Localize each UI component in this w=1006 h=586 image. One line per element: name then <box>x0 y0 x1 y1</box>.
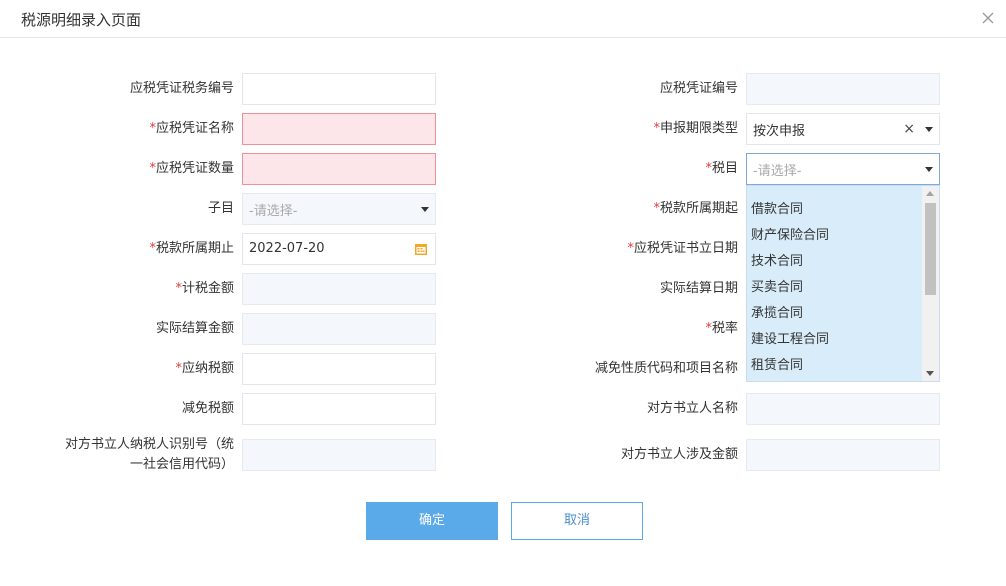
voucher-tax-no-label: 应税凭证税务编号 <box>129 81 234 96</box>
period-end-input[interactable]: 2022-07-20 <box>242 233 436 265</box>
dropdown-option[interactable]: 租赁合同 <box>747 355 923 381</box>
voucher-qty-label: *应税凭证数量 <box>149 161 234 176</box>
period-end-value: 2022-07-20 <box>249 241 325 256</box>
dropdown-scrollbar[interactable] <box>922 186 939 381</box>
taxable-amount-label: *计税金额 <box>175 281 234 296</box>
tax-rate-label: *税率 <box>705 321 738 336</box>
settle-date-label: 实际结算日期 <box>659 281 738 296</box>
period-type-label: *申报期限类型 <box>653 121 738 136</box>
period-type-select[interactable]: 按次申报 × <box>746 113 940 145</box>
tax-item-dropdown-list: 借款合同 财产保险合同 技术合同 买卖合同 承揽合同 建设工程合同 租赁合同 <box>746 185 940 382</box>
dropdown-option[interactable]: 财产保险合同 <box>747 225 923 251</box>
scroll-up-icon[interactable] <box>926 191 934 196</box>
tax-item-label: *税目 <box>705 161 738 176</box>
dropdown-options: 借款合同 财产保险合同 技术合同 买卖合同 承揽合同 建设工程合同 租赁合同 <box>747 199 923 381</box>
sub-item-label: 子目 <box>207 201 234 216</box>
dropdown-option[interactable]: 买卖合同 <box>747 277 923 303</box>
tax-source-detail-dialog: 税源明细录入页面 应税凭证税务编号 应税凭证编号 *应税凭证名称 *申报期限类型… <box>0 0 1006 586</box>
sub-item-select[interactable]: -请选择- <box>242 193 436 225</box>
tax-item-placeholder: -请选择- <box>753 163 802 179</box>
taxable-amount-input[interactable] <box>242 273 436 305</box>
dropdown-option[interactable]: 技术合同 <box>747 251 923 277</box>
party-tax-id-label: 对方书立人纳税人识别号（统 一社会信用代码） <box>64 437 234 472</box>
chevron-down-icon <box>421 206 429 212</box>
relief-amount-input[interactable] <box>242 393 436 425</box>
dialog-title: 税源明细录入页面 <box>21 11 142 29</box>
close-icon <box>982 12 994 24</box>
voucher-name-label: *应税凭证名称 <box>149 121 234 136</box>
scroll-down-icon[interactable] <box>926 371 934 376</box>
party-amount-input[interactable] <box>746 439 940 471</box>
period-type-value: 按次申报 <box>753 123 806 139</box>
party-name-input[interactable] <box>746 393 940 425</box>
dropdown-option[interactable]: 建设工程合同 <box>747 329 923 355</box>
period-end-label: *税款所属期止 <box>149 241 234 256</box>
settle-amount-label: 实际结算金额 <box>155 321 234 336</box>
relief-amount-label: 减免税额 <box>181 401 234 416</box>
party-name-label: 对方书立人名称 <box>646 401 738 416</box>
party-amount-label: 对方书立人涉及金额 <box>620 447 738 462</box>
dropdown-option[interactable]: 借款合同 <box>747 199 923 225</box>
dialog-header: 税源明细录入页面 <box>0 0 1006 38</box>
confirm-button[interactable]: 确定 <box>366 502 498 540</box>
tax-payable-input[interactable] <box>242 353 436 385</box>
period-start-label: *税款所属期起 <box>653 201 738 216</box>
scrollbar-thumb[interactable] <box>925 203 936 295</box>
chevron-down-icon <box>925 126 933 132</box>
voucher-no-label: 应税凭证编号 <box>659 81 738 96</box>
close-button[interactable] <box>976 6 1000 30</box>
voucher-no-input[interactable] <box>746 73 940 105</box>
clear-icon[interactable]: × <box>903 122 915 136</box>
sub-item-placeholder: -请选择- <box>249 203 298 219</box>
settle-amount-input[interactable] <box>242 313 436 345</box>
party-tax-id-input[interactable] <box>242 439 436 471</box>
voucher-date-label: *应税凭证书立日期 <box>627 241 738 256</box>
tax-item-select[interactable]: -请选择- <box>746 153 940 185</box>
voucher-name-input[interactable] <box>242 113 436 145</box>
relief-code-label: 减免性质代码和项目名称 <box>594 361 738 376</box>
dropdown-option[interactable]: 承揽合同 <box>747 303 923 329</box>
calendar-icon[interactable] <box>414 242 428 256</box>
voucher-tax-no-input[interactable] <box>242 73 436 105</box>
chevron-down-icon <box>925 166 933 172</box>
voucher-qty-input[interactable] <box>242 153 436 185</box>
cancel-button[interactable]: 取消 <box>511 502 643 540</box>
tax-payable-label: *应纳税额 <box>175 361 234 376</box>
